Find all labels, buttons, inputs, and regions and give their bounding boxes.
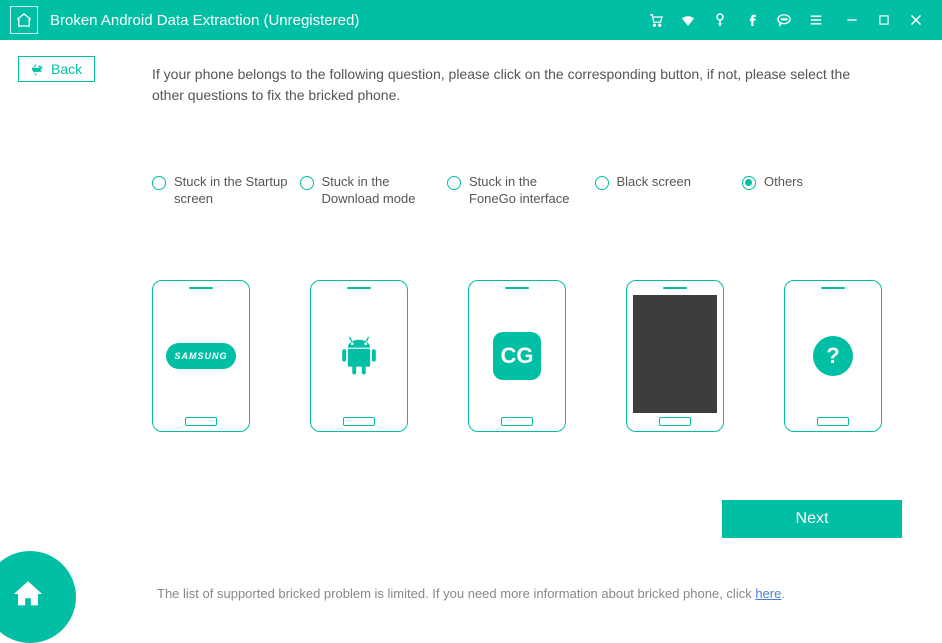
question-icon: ? <box>813 336 853 376</box>
phone-android <box>310 280 408 432</box>
option-label: Others <box>764 174 803 191</box>
back-label: Back <box>51 61 82 77</box>
home-icon[interactable] <box>10 6 38 34</box>
phones-row: SAMSUNG CG ? <box>152 280 882 432</box>
menu-icon[interactable] <box>804 8 828 32</box>
radio-icon <box>742 176 756 190</box>
app-title: Broken Android Data Extraction (Unregist… <box>50 12 359 29</box>
option-black-screen[interactable]: Black screen <box>595 174 735 208</box>
option-label: Stuck in the Startup screen <box>174 174 292 208</box>
option-fonego-interface[interactable]: Stuck in the FoneGo interface <box>447 174 587 208</box>
next-button[interactable]: Next <box>722 500 902 538</box>
option-label: Stuck in the Download mode <box>322 174 440 208</box>
option-label: Stuck in the FoneGo interface <box>469 174 587 208</box>
option-download-mode[interactable]: Stuck in the Download mode <box>300 174 440 208</box>
footer-text: The list of supported bricked problem is… <box>0 586 942 601</box>
phone-black-screen <box>626 280 724 432</box>
titlebar: Broken Android Data Extraction (Unregist… <box>0 0 942 40</box>
option-startup-screen[interactable]: Stuck in the Startup screen <box>152 174 292 208</box>
close-icon[interactable] <box>904 8 928 32</box>
back-button[interactable]: Back <box>18 56 95 82</box>
phone-fonego: CG <box>468 280 566 432</box>
option-label: Black screen <box>617 174 691 191</box>
footer-before: The list of supported bricked problem is… <box>157 586 755 601</box>
key-icon[interactable] <box>708 8 732 32</box>
radio-icon <box>152 176 166 190</box>
facebook-icon[interactable] <box>740 8 764 32</box>
radio-icon <box>447 176 461 190</box>
black-screen-icon <box>633 295 717 413</box>
chat-icon[interactable] <box>772 8 796 32</box>
cart-icon[interactable] <box>644 8 668 32</box>
phone-samsung: SAMSUNG <box>152 280 250 432</box>
phone-others: ? <box>784 280 882 432</box>
maximize-icon[interactable] <box>872 8 896 32</box>
wifi-icon[interactable] <box>676 8 700 32</box>
option-others[interactable]: Others <box>742 174 882 208</box>
options-row: Stuck in the Startup screen Stuck in the… <box>152 174 882 208</box>
android-icon <box>331 328 387 384</box>
back-arrow-icon <box>31 62 45 76</box>
footer-after: . <box>781 586 785 601</box>
radio-icon <box>595 176 609 190</box>
home-icon <box>11 577 45 611</box>
instruction-text: If your phone belongs to the following q… <box>152 64 882 106</box>
samsung-logo-icon: SAMSUNG <box>166 343 236 369</box>
home-corner-button[interactable] <box>0 551 76 643</box>
fonego-icon: CG <box>493 332 541 380</box>
main-content: Back If your phone belongs to the follow… <box>0 40 942 627</box>
minimize-icon[interactable] <box>840 8 864 32</box>
footer-here-link[interactable]: here <box>755 586 781 601</box>
radio-icon <box>300 176 314 190</box>
